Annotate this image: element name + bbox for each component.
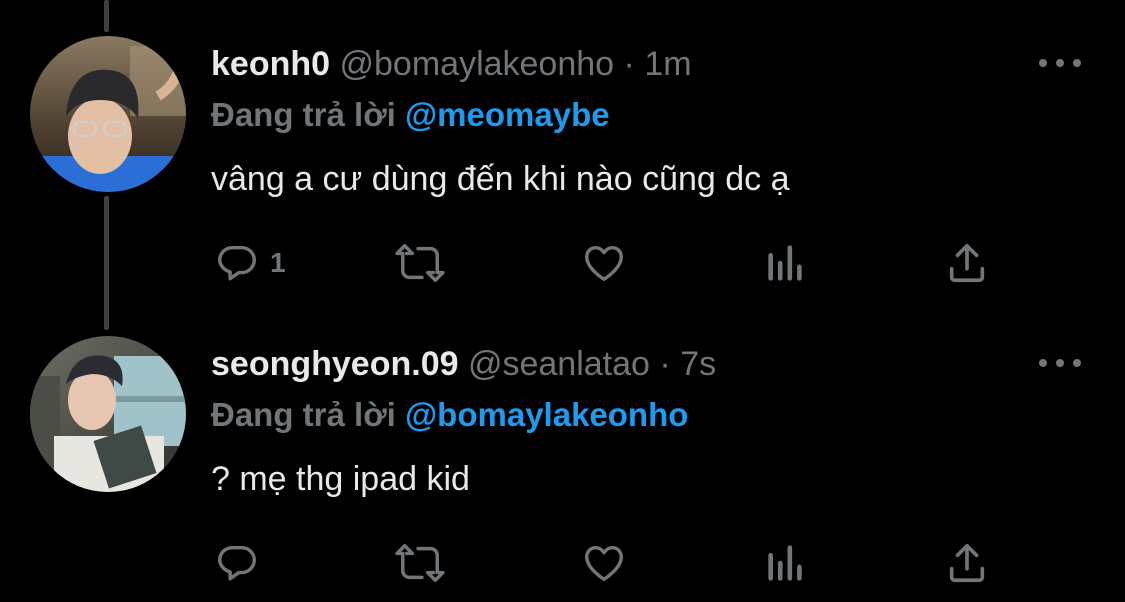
user-handle[interactable]: @seanlatao [468, 345, 650, 383]
heart-icon [585, 545, 623, 582]
tweet-actions [0, 535, 1125, 591]
views-button[interactable] [766, 535, 806, 591]
like-button[interactable] [580, 235, 628, 291]
share-button[interactable] [944, 535, 990, 591]
reply-button[interactable]: 1 [214, 235, 286, 291]
bar-chart-icon [768, 245, 802, 281]
retweet-button[interactable] [392, 535, 448, 591]
replying-to-label: Đang trả lời [211, 396, 396, 433]
bar-chart-icon [768, 545, 802, 581]
speech-bubble-icon [218, 545, 256, 581]
tweet-text: vâng a cư dùng đến khi nào cũng dc ạ [211, 160, 790, 198]
share-icon [949, 243, 985, 283]
mention-link[interactable]: @meomaybe [405, 96, 610, 133]
tweet-text: ? mẹ thg ipad kid [211, 460, 470, 498]
timestamp[interactable]: 7s [680, 345, 716, 383]
replying-to-label: Đang trả lời [211, 96, 396, 133]
mention-link[interactable]: @bomaylakeonho [405, 396, 688, 433]
display-name[interactable]: seonghyeon.09 [211, 345, 459, 383]
like-button[interactable] [580, 535, 628, 591]
avatar[interactable] [30, 36, 186, 192]
avatar[interactable] [30, 336, 186, 492]
tweet[interactable]: keonh0 @bomaylakeonho · 1m Đang trả lời … [0, 0, 1125, 300]
more-dots-icon[interactable] [1039, 348, 1081, 378]
replying-to: Đang trả lời @meomaybe [211, 93, 610, 137]
tweet-header: seonghyeon.09 @seanlatao · 7s [211, 342, 716, 386]
retweet-icon [395, 544, 445, 582]
display-name[interactable]: keonh0 [211, 45, 330, 83]
tweet-header: keonh0 @bomaylakeonho · 1m [211, 42, 692, 86]
views-button[interactable] [766, 235, 806, 291]
retweet-icon [395, 244, 445, 282]
replying-to: Đang trả lời @bomaylakeonho [211, 393, 688, 437]
share-button[interactable] [944, 235, 990, 291]
speech-bubble-icon [218, 245, 256, 281]
tweet-actions: 1 [0, 235, 1125, 291]
reply-button[interactable] [214, 535, 270, 591]
retweet-button[interactable] [392, 235, 448, 291]
user-handle[interactable]: @bomaylakeonho [340, 45, 615, 83]
timestamp[interactable]: 1m [644, 45, 691, 83]
heart-icon [585, 245, 623, 282]
separator-dot: · [659, 345, 671, 383]
tweet[interactable]: seonghyeon.09 @seanlatao · 7s Đang trả l… [0, 300, 1125, 602]
reply-count: 1 [270, 247, 286, 278]
separator-dot: · [623, 45, 635, 83]
more-dots-icon[interactable] [1039, 48, 1081, 78]
share-icon [949, 543, 985, 583]
